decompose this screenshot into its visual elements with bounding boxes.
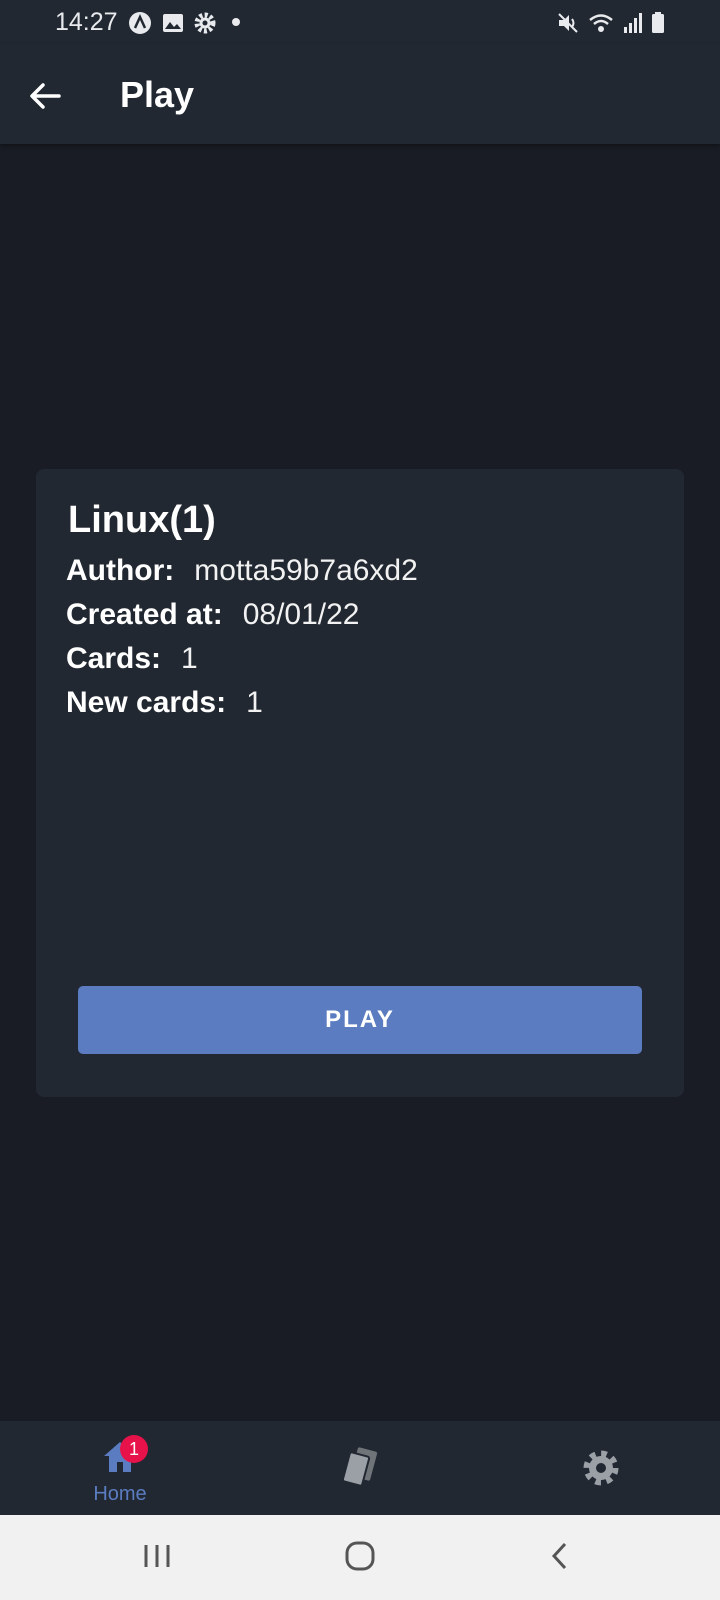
created-row: Created at: 08/01/22 bbox=[66, 598, 360, 632]
mute-icon bbox=[558, 13, 578, 33]
author-row: Author: motta59b7a6xd2 bbox=[66, 554, 418, 588]
cards-value: 1 bbox=[181, 642, 198, 675]
created-value: 08/01/22 bbox=[242, 598, 360, 631]
page-title: Play bbox=[120, 74, 195, 115]
nav-settings[interactable] bbox=[480, 1421, 720, 1515]
notification-dot-icon bbox=[232, 18, 240, 26]
new-cards-row: New cards: 1 bbox=[66, 686, 263, 720]
home-system-button[interactable] bbox=[335, 1537, 385, 1577]
system-nav-bar bbox=[0, 1515, 720, 1600]
gallery-icon bbox=[163, 14, 183, 32]
arrow-left-icon bbox=[30, 83, 61, 109]
signal-icon bbox=[624, 13, 642, 33]
battery-icon bbox=[652, 12, 664, 33]
wifi-icon bbox=[589, 14, 613, 32]
back-system-button[interactable] bbox=[535, 1537, 585, 1577]
settings-icon bbox=[583, 1450, 619, 1486]
app-bar: Play bbox=[0, 44, 720, 144]
author-label: Author: bbox=[66, 554, 175, 587]
recent-apps-button[interactable] bbox=[132, 1537, 182, 1577]
bottom-nav: 1 Home bbox=[0, 1421, 720, 1515]
cards-label: Cards: bbox=[66, 642, 162, 675]
back-button[interactable] bbox=[25, 76, 65, 116]
recent-apps-icon bbox=[144, 1545, 170, 1567]
nav-home[interactable]: 1 Home bbox=[0, 1421, 240, 1515]
status-time: 14:27 bbox=[55, 8, 118, 36]
deck-card: Linux(1) Author: motta59b7a6xd2 Created a… bbox=[36, 469, 684, 1097]
status-bar: 14:27 bbox=[0, 0, 720, 44]
nav-home-label: Home bbox=[93, 1483, 147, 1505]
play-button[interactable]: PLAY bbox=[78, 986, 642, 1054]
author-value: motta59b7a6xd2 bbox=[194, 554, 418, 587]
app-a-icon bbox=[129, 12, 151, 34]
deck-title: Linux(1) bbox=[68, 499, 216, 541]
nav-cards[interactable] bbox=[240, 1421, 480, 1515]
new-cards-label: New cards: bbox=[66, 686, 227, 719]
cards-icon bbox=[341, 1447, 378, 1487]
created-label: Created at: bbox=[66, 598, 223, 631]
home-circle-icon bbox=[345, 1541, 375, 1571]
chevron-left-icon bbox=[551, 1542, 567, 1570]
cards-row: Cards: 1 bbox=[66, 642, 198, 676]
notification-badge: 1 bbox=[120, 1435, 148, 1463]
new-cards-value: 1 bbox=[246, 686, 263, 719]
settings-gear-icon bbox=[194, 12, 216, 34]
